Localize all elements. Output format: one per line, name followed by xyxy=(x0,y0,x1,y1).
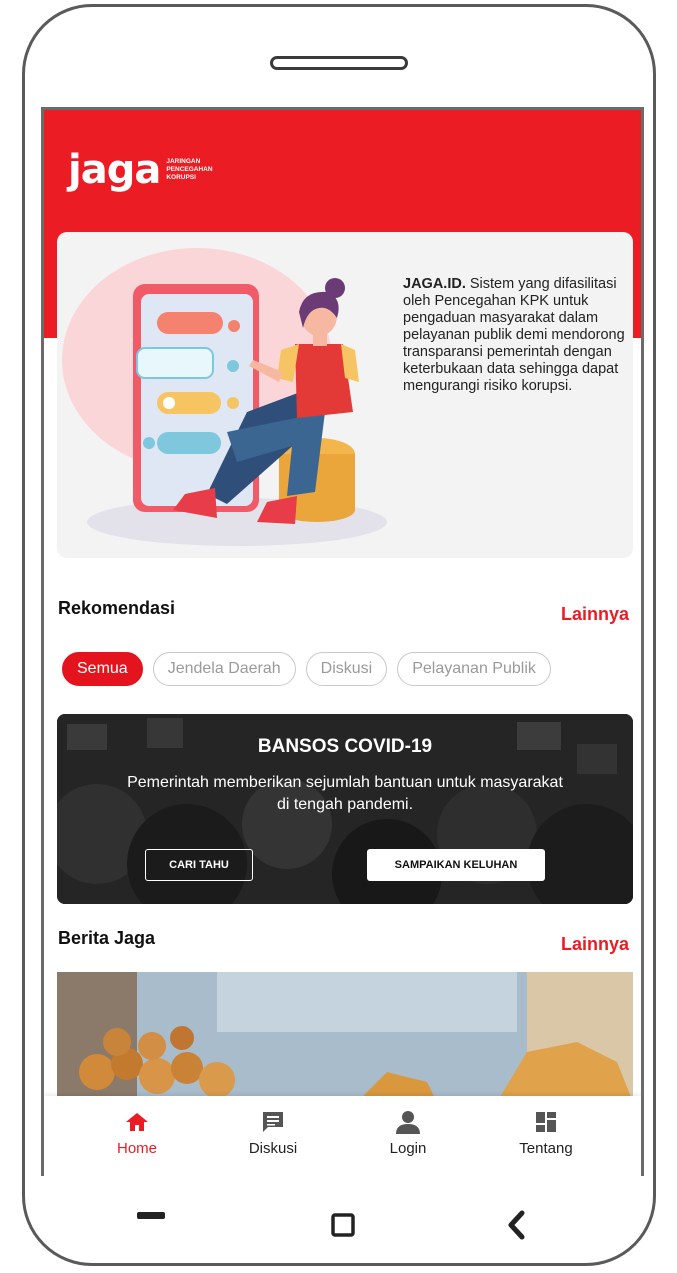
nav-tentang-label: Tentang xyxy=(519,1140,573,1157)
hero-description-text: Sistem yang difasilitasi oleh Pencegahan… xyxy=(403,276,625,394)
banner-description-line: di tengah pandemi. xyxy=(276,796,414,813)
recent-apps-icon[interactable] xyxy=(137,1212,165,1220)
nav-login-label: Login xyxy=(389,1140,427,1157)
news-photo xyxy=(57,972,633,1102)
jaga-logo: jaga JARINGAN PENCEGAHAN KORUPSI xyxy=(68,150,213,190)
rekomendasi-title: Rekomendasi xyxy=(58,598,176,618)
hero-description: JAGA.ID. Sistem yang difasilitasi oleh P… xyxy=(403,276,625,395)
banner-title: BANSOS COVID-19 xyxy=(257,736,433,757)
home-square-icon[interactable] xyxy=(331,1213,355,1237)
chip-jendela-daerah[interactable]: Jendela Daerah xyxy=(152,652,296,686)
berita-more-link[interactable]: Lainnya xyxy=(561,934,629,955)
nav-diskusi-label: Diskusi xyxy=(248,1140,298,1157)
nav-home[interactable]: Home xyxy=(77,1110,197,1157)
hero-card: JAGA.ID. Sistem yang difasilitasi oleh P… xyxy=(57,232,633,558)
logo-subtitle-line: KORUPSI xyxy=(166,174,196,181)
app-screen: jaga JARINGAN PENCEGAHAN KORUPSI JAGA.ID… xyxy=(41,107,644,1176)
dashboard-icon xyxy=(536,1112,556,1132)
chip-pelayanan-publik[interactable]: Pelayanan Publik xyxy=(397,652,551,686)
cari-tahu-button[interactable]: CARI TAHU xyxy=(145,849,253,881)
person-icon xyxy=(396,1111,420,1134)
nav-diskusi[interactable]: Diskusi xyxy=(213,1110,333,1157)
home-icon xyxy=(126,1113,148,1131)
chip-semua[interactable]: Semua xyxy=(62,652,143,686)
banner-description-line: Pemerintah memberikan sejumlah bantuan u… xyxy=(127,774,563,791)
logo-subtitle-line: PENCEGAHAN xyxy=(166,166,213,173)
logo-subtitle-line: JARINGAN xyxy=(166,158,201,165)
hero-title: JAGA.ID. xyxy=(403,276,466,292)
berita-title: Berita Jaga xyxy=(58,928,156,948)
logo-subtitle: JARINGAN PENCEGAHAN KORUPSI xyxy=(166,158,212,182)
chat-icon xyxy=(263,1112,283,1132)
bottom-navigation: Home Diskusi Login Tentang xyxy=(44,1096,641,1176)
nav-home-label: Home xyxy=(116,1140,157,1157)
category-chips: Semua Jendela Daerah Diskusi Pelayanan P… xyxy=(62,652,551,686)
banner-description: Pemerintah memberikan sejumlah bantuan u… xyxy=(57,772,633,816)
back-chevron-icon[interactable] xyxy=(506,1210,526,1240)
nav-login[interactable]: Login xyxy=(348,1110,468,1157)
phone-speaker xyxy=(270,56,408,70)
bansos-banner[interactable]: BANSOS COVID-19 Pemerintah memberikan se… xyxy=(57,714,633,904)
hero-illustration xyxy=(62,248,387,546)
sampaikan-keluhan-button[interactable]: SAMPAIKAN KELUHAN xyxy=(367,849,545,881)
rekomendasi-more-link[interactable]: Lainnya xyxy=(561,604,629,625)
chip-diskusi[interactable]: Diskusi xyxy=(305,652,388,686)
nav-tentang[interactable]: Tentang xyxy=(486,1110,606,1157)
logo-wordmark: jaga xyxy=(68,147,161,193)
news-thumbnail[interactable] xyxy=(57,972,633,1102)
